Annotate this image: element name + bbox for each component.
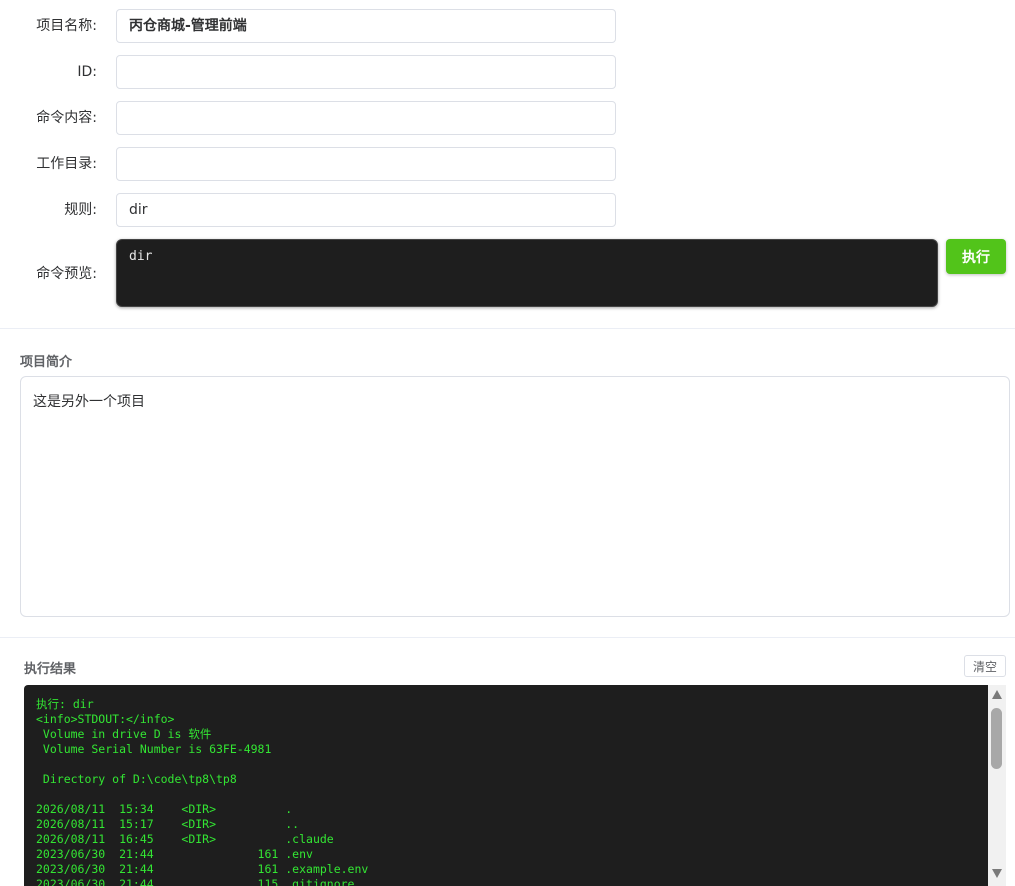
- execute-button[interactable]: 执行: [946, 239, 1006, 274]
- command-content-input[interactable]: [116, 101, 616, 135]
- clear-button[interactable]: 清空: [964, 655, 1006, 677]
- command-preview-text: dir: [129, 249, 153, 264]
- terminal-line: Directory of D:\code\tp8\tp8: [36, 772, 237, 786]
- terminal-line: 执行: dir: [36, 697, 94, 711]
- divider: [0, 637, 1015, 638]
- terminal-scrollbar[interactable]: [988, 685, 1006, 886]
- project-name-label: 项目名称:: [36, 18, 97, 34]
- working-dir-label: 工作目录:: [36, 156, 97, 172]
- results-terminal[interactable]: 执行: dir <info>STDOUT:</info> Volume in d…: [24, 685, 988, 886]
- rule-input[interactable]: [116, 193, 616, 227]
- terminal-line: Volume in drive D is 软件: [36, 727, 212, 741]
- terminal-line: 2026/08/11 15:34 <DIR> .: [36, 802, 293, 816]
- scroll-down-arrow-icon[interactable]: [992, 869, 1002, 878]
- working-dir-input[interactable]: [116, 147, 616, 181]
- scroll-up-arrow-icon[interactable]: [992, 690, 1002, 699]
- terminal-line: 2023/06/30 21:44 115 .gitignore: [36, 877, 355, 886]
- description-title: 项目简介: [20, 355, 73, 370]
- description-text: 这是另外一个项目: [33, 394, 145, 410]
- rule-label: 规则:: [64, 202, 97, 218]
- terminal-output: 执行: dir <info>STDOUT:</info> Volume in d…: [36, 697, 368, 886]
- divider: [0, 328, 1015, 329]
- command-content-label: 命令内容:: [36, 110, 97, 126]
- terminal-line: 2023/06/30 21:44 161 .example.env: [36, 862, 369, 876]
- terminal-line: Volume Serial Number is 63FE-4981: [36, 742, 272, 756]
- terminal-line: 2026/08/11 16:45 <DIR> .claude: [36, 832, 334, 846]
- terminal-line: 2026/08/11 15:17 <DIR> ..: [36, 817, 300, 831]
- description-textarea[interactable]: 这是另外一个项目: [20, 376, 1010, 617]
- results-title: 执行结果: [24, 662, 77, 677]
- page: 项目名称: ID: 命令内容: 工作目录: 规则: 命令预览: dir 执行 项…: [0, 0, 1015, 886]
- command-preview-label: 命令预览:: [36, 266, 97, 282]
- terminal-line: 2023/06/30 21:44 161 .env: [36, 847, 313, 861]
- id-label: ID:: [77, 64, 97, 80]
- scroll-thumb[interactable]: [991, 708, 1002, 769]
- id-input[interactable]: [116, 55, 616, 89]
- terminal-line: <info>STDOUT:</info>: [36, 712, 175, 726]
- project-name-input[interactable]: [116, 9, 616, 43]
- command-preview-box[interactable]: dir: [116, 239, 938, 307]
